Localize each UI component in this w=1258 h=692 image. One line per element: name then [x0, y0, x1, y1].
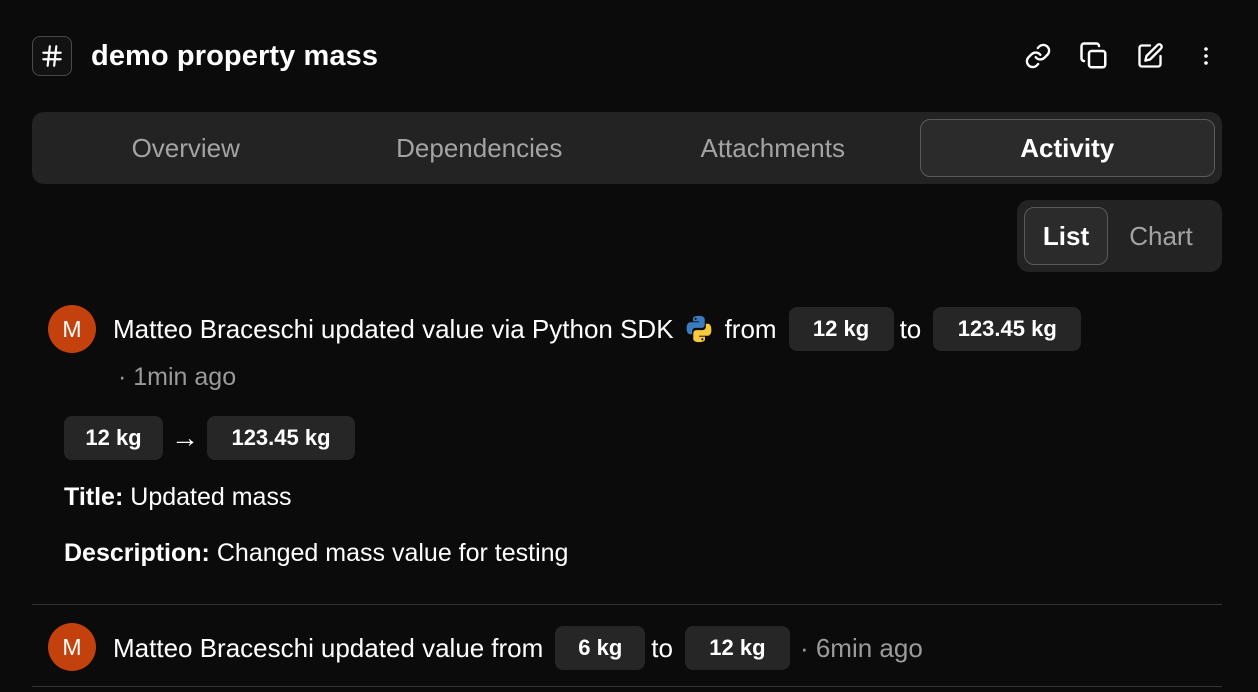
description-label: Description: — [64, 538, 210, 567]
activity-description-row: Description: Changed mass value for test… — [64, 536, 568, 570]
title-label: Title: — [64, 482, 124, 511]
tab-attachments[interactable]: Attachments — [626, 119, 920, 177]
header-actions — [1022, 40, 1222, 72]
activity-title-row: Title: Updated mass — [64, 480, 291, 514]
from-value-chip: 6 kg — [555, 626, 646, 670]
activity-timestamp: · 1min ago — [118, 362, 237, 391]
activity-user[interactable]: Matteo Braceschi — [113, 314, 314, 345]
divider — [32, 686, 1222, 687]
hash-icon — [32, 36, 72, 76]
tab-dependencies[interactable]: Dependencies — [333, 119, 627, 177]
tab-bar: Overview Dependencies Attachments Activi… — [32, 112, 1222, 184]
divider — [32, 604, 1222, 605]
description-value: Changed mass value for testing — [216, 538, 569, 567]
avatar: M — [48, 305, 96, 353]
activity-action: updated value via Python SDK — [320, 313, 674, 344]
arrow-right-icon: → — [171, 422, 199, 453]
value-change: 12 kg → 123.45 kg — [64, 416, 355, 460]
view-toggle: List Chart — [1017, 200, 1222, 272]
old-value-chip: 12 kg — [64, 416, 163, 460]
to-word: to — [651, 632, 673, 663]
from-word: from — [491, 632, 544, 663]
more-vertical-icon[interactable] — [1190, 40, 1222, 72]
to-value-chip: 12 kg — [684, 626, 790, 670]
chart-view-button[interactable]: Chart — [1108, 207, 1214, 265]
tab-activity[interactable]: Activity — [919, 119, 1215, 177]
from-value-chip: 12 kg — [788, 307, 894, 351]
avatar: M — [48, 623, 96, 671]
edit-icon[interactable] — [1134, 40, 1166, 72]
list-view-button[interactable]: List — [1024, 207, 1108, 265]
to-word: to — [899, 313, 922, 344]
tab-overview[interactable]: Overview — [39, 119, 333, 177]
copy-icon[interactable] — [1078, 40, 1110, 72]
header: demo property mass — [32, 32, 1222, 80]
activity-action: updated value — [320, 632, 485, 663]
title-value: Updated mass — [130, 482, 292, 511]
activity-summary: Matteo Braceschi updated value via Pytho… — [113, 307, 1082, 351]
to-value-chip: 123.45 kg — [933, 307, 1082, 351]
activity-user[interactable]: Matteo Braceschi — [113, 633, 314, 664]
activity-timestamp: · 6min ago — [799, 632, 923, 663]
page-title: demo property mass — [91, 39, 379, 72]
from-word: from — [724, 313, 777, 344]
new-value-chip: 123.45 kg — [207, 416, 355, 460]
link-icon[interactable] — [1022, 40, 1054, 72]
activity-page: demo property mass Overview Dependencies… — [0, 0, 1258, 692]
python-icon — [684, 314, 714, 344]
activity-summary: Matteo Braceschi updated value from 6 kg… — [113, 626, 923, 670]
